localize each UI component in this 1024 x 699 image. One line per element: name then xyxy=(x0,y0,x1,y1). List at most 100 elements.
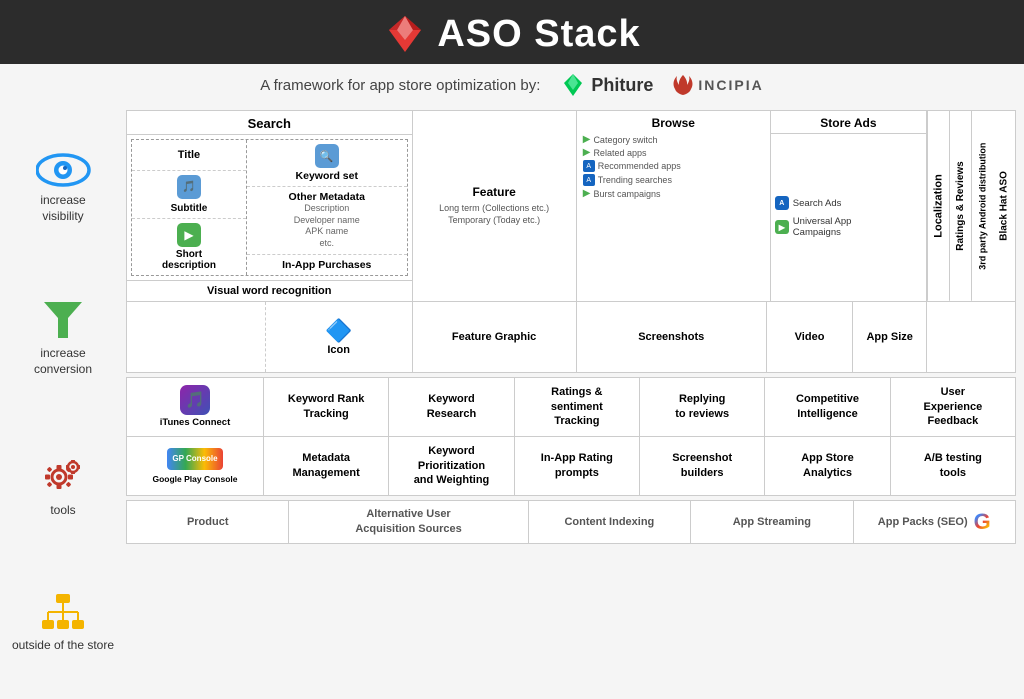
store-ads-section: Store Ads A Search Ads ▶ Universal AppCa… xyxy=(771,111,927,301)
ab-testing-label: A/B testingtools xyxy=(924,451,982,480)
tools-grid: 🎵 iTunes Connect Keyword RankTracking Ke… xyxy=(126,377,1016,496)
title-cell: Title xyxy=(132,140,246,171)
metadata-mgmt-label: MetadataManagement xyxy=(293,451,360,480)
replying-reviews-label: Replyingto reviews xyxy=(675,392,729,421)
header-logo: ASO Stack xyxy=(383,12,640,56)
vertical-cols-space xyxy=(927,302,1015,372)
black-hat-vertical: Black Hat ASO xyxy=(993,111,1015,301)
app-packs-cell: App Packs (SEO) G xyxy=(854,501,1015,543)
keyword-set-icon: 🔍 xyxy=(315,144,339,168)
search-bottom: 🔷 Icon xyxy=(127,302,413,372)
localization-vertical: Localization xyxy=(927,111,949,301)
keyword-rank-cell: Keyword RankTracking xyxy=(264,378,389,436)
universal-campaigns-label: Universal AppCampaigns xyxy=(793,216,852,238)
keyword-research-cell: KeywordResearch xyxy=(389,378,514,436)
search-ads-item: A Search Ads xyxy=(775,196,922,210)
other-metadata-cell: Other Metadata DescriptionDeveloper name… xyxy=(247,187,407,255)
header: ASO Stack xyxy=(0,0,1024,64)
gpc-label: Google Play Console xyxy=(152,474,237,484)
video-cell: Video xyxy=(767,302,854,372)
search-left-col: Title 🎵 Subtitle xyxy=(132,140,247,275)
feature-graphic-label: Feature Graphic xyxy=(452,331,536,343)
search-section: Search Title 🎵 xyxy=(127,111,413,301)
screenshot-builders-cell: Screenshotbuilders xyxy=(640,437,765,495)
org-chart-icon xyxy=(40,592,86,634)
keyword-research-label: KeywordResearch xyxy=(427,392,477,421)
in-app-rating-cell: In-App Ratingprompts xyxy=(515,437,640,495)
app-streaming-label: App Streaming xyxy=(733,516,811,528)
itunes-label: iTunes Connect xyxy=(160,417,231,428)
funnel-icon xyxy=(42,298,84,342)
store-ads-header: Store Ads xyxy=(771,111,926,134)
video-label: Video xyxy=(795,331,825,343)
sidebar-tools: tools xyxy=(39,451,87,519)
outside-label: outside of the store xyxy=(12,638,114,654)
alt-acquisition-cell: Alternative UserAcquisition Sources xyxy=(289,501,528,543)
phiture-diamond-icon xyxy=(560,72,586,98)
store-ads-items: A Search Ads ▶ Universal AppCampaigns xyxy=(771,134,926,301)
keyword-prior-cell: KeywordPrioritizationand Weighting xyxy=(389,437,514,495)
feature-sub: Long term (Collections etc.)Temporary (T… xyxy=(439,202,549,227)
feature-graphic-cell: Feature Graphic xyxy=(413,302,577,372)
sidebar: increasevisibility increaseconversion xyxy=(8,110,118,695)
visibility-label: increasevisibility xyxy=(40,193,85,224)
bottom-bar: Product Alternative UserAcquisition Sour… xyxy=(126,500,1016,544)
keyword-rank-label: Keyword RankTracking xyxy=(288,392,364,421)
framework-icon-row: 🔷 Icon Feature Graphic Screenshots Video xyxy=(127,302,1015,372)
user-experience-cell: UserExperienceFeedback xyxy=(891,378,1015,436)
play-store-icon: ▶ xyxy=(177,223,201,247)
sidebar-visibility: increasevisibility xyxy=(36,151,91,224)
incipia-logo: INCIPIA xyxy=(673,74,763,96)
competitive-cell: CompetitiveIntelligence xyxy=(765,378,890,436)
incipia-label: INCIPIA xyxy=(698,77,763,93)
in-app-purchases-cell: In-App Purchases xyxy=(247,255,407,275)
metadata-mgmt-cell: MetadataManagement xyxy=(264,437,389,495)
keyword-set-cell: 🔍 Keyword set xyxy=(247,140,407,187)
feature-label: Feature xyxy=(472,185,515,199)
alt-acquisition-label: Alternative UserAcquisition Sources xyxy=(355,507,461,536)
short-desc-cell: ▶ Shortdescription xyxy=(132,219,246,275)
itunes-cell: 🎵 iTunes Connect xyxy=(127,378,264,436)
in-app-rating-label: In-App Ratingprompts xyxy=(541,451,613,480)
gear-icon xyxy=(39,451,87,499)
browse-trending: A Trending searches xyxy=(583,174,672,186)
in-app-purchases-label: In-App Purchases xyxy=(282,259,371,271)
keyword-prior-label: KeywordPrioritizationand Weighting xyxy=(414,444,490,487)
app-packs-label: App Packs (SEO) xyxy=(878,516,968,528)
short-desc-label: Shortdescription xyxy=(162,249,216,271)
subtitle-text: A framework for app store optimization b… xyxy=(260,77,540,94)
icon-cell: 🔷 Icon xyxy=(265,302,412,372)
app-size-cell: App Size xyxy=(853,302,927,372)
phiture-label: Phiture xyxy=(591,75,653,96)
tools-top-row: 🎵 iTunes Connect Keyword RankTracking Ke… xyxy=(127,378,1015,437)
user-experience-label: UserExperienceFeedback xyxy=(924,385,983,428)
browse-header: Browse xyxy=(583,116,764,130)
google-g-icon: G xyxy=(974,509,991,535)
search-bottom-empty xyxy=(127,302,265,372)
app-streaming-cell: App Streaming xyxy=(691,501,853,543)
main-content: increasevisibility increaseconversion xyxy=(0,106,1024,699)
content-indexing-label: Content Indexing xyxy=(564,516,654,528)
subtitle-cell: 🎵 Subtitle xyxy=(132,171,246,219)
icon-symbol: 🔷 xyxy=(325,318,352,344)
browse-section: Browse ▶ Category switch ▶ Related apps … xyxy=(577,111,771,301)
phiture-logo: Phiture xyxy=(560,72,653,98)
ratings-tracking-cell: Ratings &sentimentTracking xyxy=(515,378,640,436)
ratings-reviews-vertical: Ratings & Reviews xyxy=(949,111,971,301)
tools-label: tools xyxy=(50,503,75,519)
browse-burst: ▶ Burst campaigns xyxy=(583,188,661,199)
sidebar-outside: outside of the store xyxy=(12,592,114,654)
sidebar-conversion: increaseconversion xyxy=(34,298,92,377)
ios-subtitle-icon: 🎵 xyxy=(177,175,201,199)
subtitle-label: Subtitle xyxy=(171,203,208,214)
google-play-console-icon: GP Console xyxy=(167,448,223,470)
product-cell: Product xyxy=(127,501,289,543)
ab-testing-cell: A/B testingtools xyxy=(891,437,1015,495)
feature-section: Feature Long term (Collections etc.)Temp… xyxy=(413,111,577,301)
eye-icon xyxy=(36,151,91,189)
incipia-flame-icon xyxy=(673,74,693,96)
gpc-cell: GP Console Google Play Console xyxy=(127,437,264,495)
third-party-vertical: 3rd party Android distribution xyxy=(971,111,993,301)
title-label: Title xyxy=(178,149,200,161)
product-label: Product xyxy=(187,516,229,528)
